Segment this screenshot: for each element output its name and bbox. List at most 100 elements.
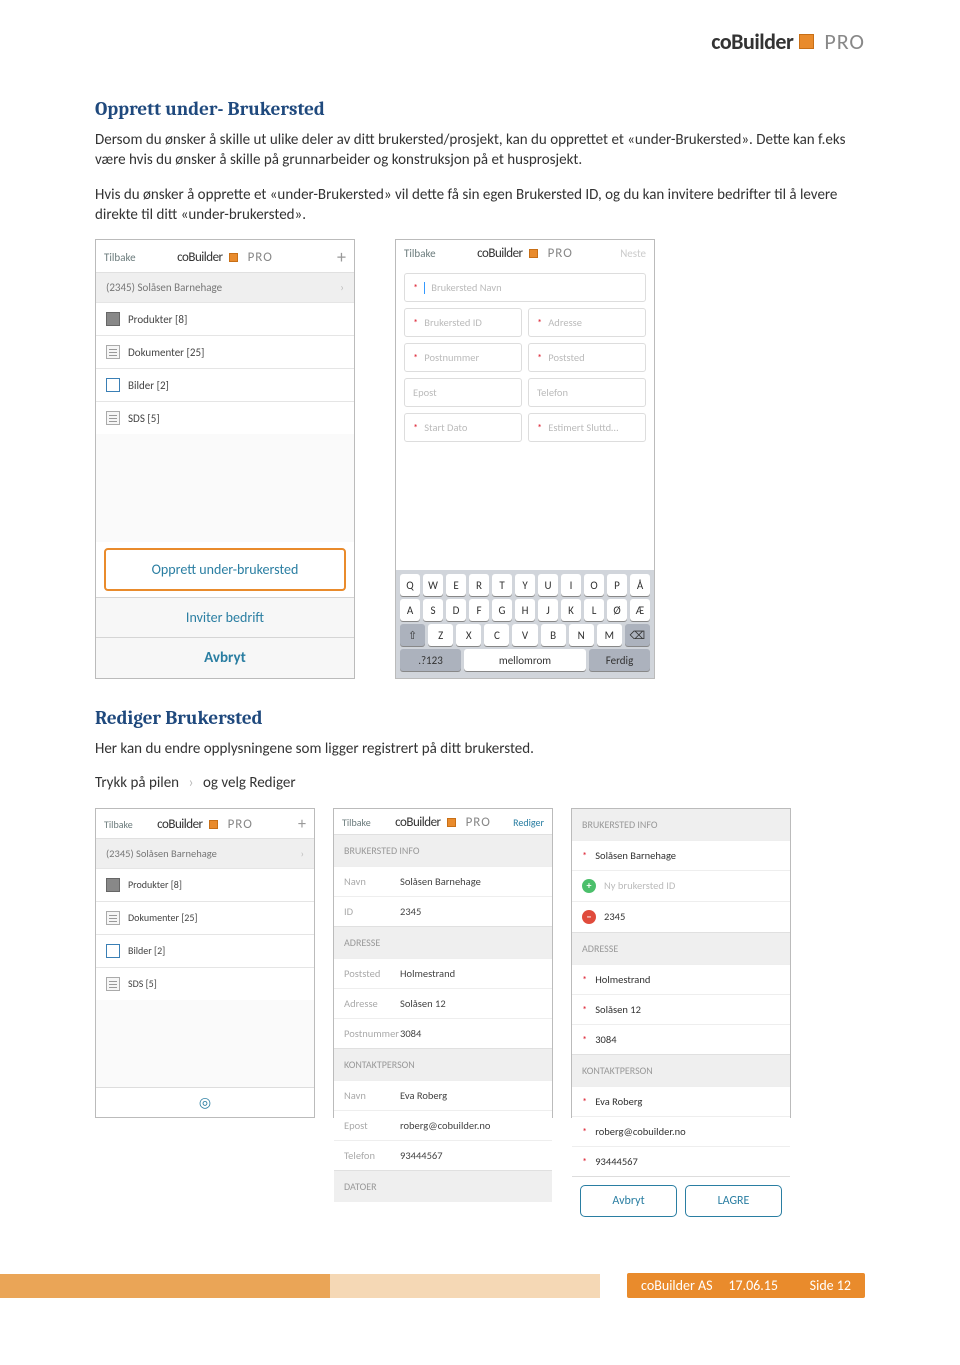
info-row: Epostroberg@cobuilder.no	[334, 1110, 552, 1140]
edit-row[interactable]: *Eva Roberg	[572, 1086, 790, 1116]
required-icon: *	[413, 351, 418, 364]
name-field[interactable]: *Brukersted Navn	[404, 273, 646, 302]
id-field[interactable]: *Brukersted ID	[404, 308, 522, 337]
key[interactable]: C	[484, 624, 509, 646]
required-icon: *	[413, 421, 418, 434]
list-item[interactable]: Produkter [8]	[96, 302, 354, 335]
key[interactable]: Z	[428, 624, 453, 646]
create-sub-brukersted-button[interactable]: Opprett under-brukersted	[104, 548, 346, 591]
key[interactable]: T	[492, 574, 512, 596]
key[interactable]: Q	[400, 574, 420, 596]
key[interactable]: U	[538, 574, 558, 596]
save-button[interactable]: LAGRE	[685, 1185, 782, 1217]
email-field[interactable]: Epost	[404, 378, 522, 407]
footer-page: Side 12	[810, 1277, 851, 1294]
edit-row[interactable]: *roberg@cobuilder.no	[572, 1116, 790, 1146]
key[interactable]: S	[423, 599, 443, 621]
edit-row[interactable]: *Holmestrand	[572, 964, 790, 994]
poststed-field[interactable]: *Poststed	[528, 343, 646, 372]
key[interactable]: J	[538, 599, 558, 621]
brukersted-title: (2345) Solåsen Barnehage	[106, 847, 217, 860]
add-button[interactable]: +	[272, 815, 306, 834]
info-row: Telefon93444567	[334, 1140, 552, 1170]
key[interactable]: W	[423, 574, 443, 596]
backspace-key[interactable]: ⌫	[625, 624, 650, 646]
back-button[interactable]: Tilbake	[104, 251, 138, 264]
info-row: NavnSolåsen Barnehage	[334, 866, 552, 896]
brukersted-row[interactable]: (2345) Solåsen Barnehage ›	[96, 838, 314, 868]
list-item[interactable]: Produkter [8]	[96, 868, 314, 901]
section-label: ADRESSE	[572, 932, 790, 964]
key[interactable]: M	[597, 624, 622, 646]
list-item[interactable]: Bilder [2]	[96, 368, 354, 401]
list-item[interactable]: Dokumenter [25]	[96, 901, 314, 934]
list-item[interactable]: SDS [5]	[96, 967, 314, 1000]
key[interactable]: D	[446, 599, 466, 621]
edit-button[interactable]: Rediger	[510, 816, 544, 829]
start-date-field[interactable]: * Start Dato	[404, 413, 522, 442]
section-heading-create: Opprett under- Brukersted	[95, 98, 865, 120]
key[interactable]: Æ	[630, 599, 650, 621]
back-button[interactable]: Tilbake	[342, 816, 376, 829]
edit-row[interactable]: *Solåsen Barnehage	[572, 840, 790, 870]
back-button[interactable]: Tilbake	[404, 247, 438, 260]
key[interactable]: A	[400, 599, 420, 621]
phone-field[interactable]: Telefon	[528, 378, 646, 407]
list-item-label: Produkter [8]	[128, 313, 187, 326]
back-button[interactable]: Tilbake	[104, 818, 138, 831]
info-row: PoststedHolmestrand	[334, 958, 552, 988]
key[interactable]: X	[456, 624, 481, 646]
key[interactable]: Ø	[607, 599, 627, 621]
key[interactable]: V	[512, 624, 537, 646]
placeholder: Brukersted Navn	[431, 281, 501, 294]
done-key[interactable]: Ferdig	[589, 649, 650, 671]
add-button[interactable]: +	[312, 246, 346, 268]
key[interactable]: P	[607, 574, 627, 596]
minus-icon: −	[582, 910, 596, 924]
key[interactable]: F	[469, 599, 489, 621]
cancel-button[interactable]: Avbryt	[96, 637, 354, 678]
app-logo: coBuilder PRO	[477, 246, 573, 261]
onscreen-keyboard: QWERTYUIOPÅ ASDFGHJKLØÆ ⇧ ZXCVBNM ⌫ .?12…	[396, 570, 654, 678]
add-id-row[interactable]: +Ny brukersted ID	[572, 870, 790, 901]
key[interactable]: N	[569, 624, 594, 646]
key[interactable]: L	[584, 599, 604, 621]
shift-key[interactable]: ⇧	[400, 624, 425, 646]
required-icon: *	[582, 1033, 587, 1046]
list-item[interactable]: Dokumenter [25]	[96, 335, 354, 368]
section-label: DATOER	[334, 1170, 552, 1202]
geo-button[interactable]: ◎	[96, 1087, 314, 1117]
key[interactable]: K	[561, 599, 581, 621]
list-item[interactable]: SDS [5]	[96, 401, 354, 434]
address-field[interactable]: *Adresse	[528, 308, 646, 337]
key[interactable]: E	[446, 574, 466, 596]
key[interactable]: B	[541, 624, 566, 646]
key[interactable]: R	[469, 574, 489, 596]
key[interactable]: Y	[515, 574, 535, 596]
cancel-button[interactable]: Avbryt	[580, 1185, 677, 1217]
key[interactable]: G	[492, 599, 512, 621]
app-logo: coBuilder PRO	[157, 817, 253, 832]
end-date-field[interactable]: *Estimert Sluttd…	[528, 413, 646, 442]
key[interactable]: I	[561, 574, 581, 596]
space-key[interactable]: mellomrom	[464, 649, 586, 671]
key[interactable]: O	[584, 574, 604, 596]
required-icon: *	[582, 1003, 587, 1016]
brukersted-row[interactable]: (2345) Solåsen Barnehage ›	[96, 272, 354, 302]
edit-row[interactable]: *3084	[572, 1024, 790, 1054]
chevron-right-icon: ›	[340, 281, 344, 294]
numeric-key[interactable]: .?123	[400, 649, 461, 671]
edit-row[interactable]: *93444567	[572, 1146, 790, 1176]
key[interactable]: H	[515, 599, 535, 621]
list-item[interactable]: Bilder [2]	[96, 934, 314, 967]
edit-row[interactable]: *Solåsen 12	[572, 994, 790, 1024]
key[interactable]: Å	[630, 574, 650, 596]
list-item-label: SDS [5]	[128, 412, 160, 425]
placeholder: Start Dato	[424, 421, 467, 434]
app-logo: coBuilder PRO	[395, 815, 491, 830]
remove-id-row[interactable]: −2345	[572, 901, 790, 932]
postnumber-field[interactable]: *Postnummer	[404, 343, 522, 372]
invite-company-button[interactable]: Inviter bedrift	[96, 597, 354, 637]
required-icon: *	[582, 849, 587, 862]
next-button[interactable]: Neste	[612, 247, 646, 260]
